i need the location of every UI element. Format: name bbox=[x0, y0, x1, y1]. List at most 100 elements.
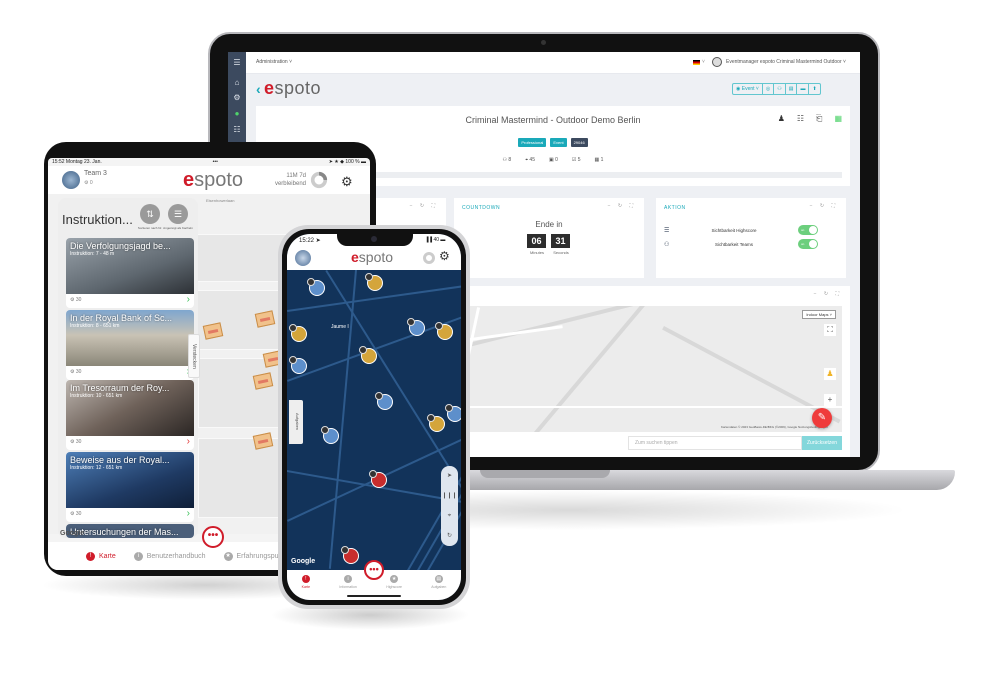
team-avatar[interactable] bbox=[62, 171, 80, 189]
map-marker-blue[interactable] bbox=[407, 318, 425, 336]
seconds-label: Seconds bbox=[553, 250, 569, 255]
tab-aufgaben[interactable]: ▤ Aufgaben bbox=[431, 575, 446, 600]
map-marker-gold[interactable] bbox=[365, 273, 383, 291]
location-icon[interactable]: ◎ bbox=[763, 84, 775, 94]
instruction-card[interactable]: Im Tresorraum der Roy... Instruktion: 10… bbox=[66, 380, 194, 450]
settings-gear-icon[interactable]: ⚙ bbox=[341, 174, 353, 190]
instruction-card[interactable]: Untersuchungen der Mas... bbox=[66, 524, 194, 538]
card-controls[interactable]: − ↻ ⛶ bbox=[410, 203, 438, 209]
chevron-right-icon[interactable]: › bbox=[187, 436, 190, 447]
list-icon[interactable]: ☷ bbox=[232, 126, 242, 134]
person-icon[interactable]: ♟ bbox=[778, 114, 785, 124]
chevron-right-icon[interactable]: › bbox=[187, 294, 190, 305]
map-marker-blue[interactable] bbox=[307, 278, 325, 296]
event-title: Criminal Mastermind - Outdoor Demo Berli… bbox=[465, 115, 641, 125]
home-icon[interactable]: ⌂ bbox=[232, 79, 242, 87]
edit-fab-button[interactable]: ✎ bbox=[812, 408, 832, 428]
map-marker-gold[interactable] bbox=[359, 346, 377, 364]
refresh-icon[interactable]: ↻ bbox=[441, 526, 458, 546]
team-name: Team 3 bbox=[84, 170, 107, 177]
tasks-panel-tab[interactable]: Aufgaben bbox=[289, 400, 303, 444]
map-marker-gold[interactable] bbox=[289, 324, 307, 342]
instruction-card[interactable]: Beweise aus der Royal... Instruktion: 12… bbox=[66, 452, 194, 522]
home-indicator bbox=[347, 595, 401, 597]
teams-icon: ⚇ bbox=[502, 157, 508, 163]
back-chevron-icon[interactable]: ‹ bbox=[256, 81, 261, 97]
qr-code-icon[interactable]: ☷ bbox=[797, 114, 804, 124]
instructions-title: Instruktion... bbox=[62, 212, 133, 227]
location-icon: ⌖ bbox=[525, 157, 529, 163]
reset-button[interactable]: Zurücksetzen bbox=[802, 436, 842, 450]
stat-value: 1 bbox=[600, 157, 604, 163]
settings-icon[interactable]: ⚙ bbox=[232, 94, 242, 102]
badge-event-id: 29046 bbox=[570, 138, 588, 147]
locate-icon[interactable]: ⌖ bbox=[441, 506, 458, 526]
map-controls: ➤ ❙❙❙ ⌖ ↻ bbox=[441, 466, 458, 546]
language-dropdown[interactable]: ˅ bbox=[702, 59, 705, 65]
instruction-card[interactable]: In der Royal Bank of Sc... Instruktion: … bbox=[66, 310, 194, 380]
map-street bbox=[329, 270, 357, 569]
map-marker-blue[interactable] bbox=[289, 356, 307, 374]
zoom-in-button[interactable]: + bbox=[824, 394, 836, 406]
more-button[interactable]: ••• bbox=[364, 560, 384, 580]
stat-teams: ⚇ 8 bbox=[503, 157, 512, 163]
place-label: Jaume I bbox=[331, 324, 349, 330]
instructions-panel: Instruktion... ⇅ Sortieren nach Nr. ☰ An… bbox=[58, 198, 198, 538]
tab-karte[interactable]: ! Karte bbox=[302, 575, 310, 600]
calendar-icon[interactable]: ▦ bbox=[834, 114, 842, 124]
more-button[interactable]: ••• bbox=[202, 526, 224, 548]
map-marker-blue[interactable] bbox=[445, 404, 461, 422]
map-marker-blue[interactable] bbox=[375, 392, 393, 410]
chat-icon[interactable]: ● bbox=[232, 110, 242, 118]
stat-tasks: ☑ 5 bbox=[572, 157, 581, 163]
chevron-right-icon[interactable]: › bbox=[187, 508, 190, 519]
menu-icon[interactable]: ☰ bbox=[232, 59, 242, 67]
hide-panel-tab[interactable]: Verstecken bbox=[188, 334, 200, 378]
map-search-input[interactable]: Zum suchen tippen bbox=[628, 436, 802, 450]
tab-karte[interactable]: ! Karte bbox=[86, 551, 116, 561]
users-icon[interactable]: ⚇ bbox=[774, 84, 786, 94]
event-dropdown-button[interactable]: ◉ Event ˅ bbox=[733, 84, 763, 94]
tab-label: Highscore bbox=[386, 585, 402, 589]
navigate-icon[interactable]: ➤ bbox=[441, 466, 458, 486]
card-controls[interactable]: − ↻ ⛶ bbox=[810, 203, 838, 209]
card-controls[interactable]: − ↻ ⛶ bbox=[814, 291, 842, 297]
badge-event: Event bbox=[550, 138, 567, 147]
points-value: 30 bbox=[75, 369, 82, 375]
laptop-camera bbox=[541, 40, 546, 45]
phone-map[interactable]: Jaume I ➤ ❙❙❙ ⌖ ↻ Google bbox=[287, 270, 461, 570]
user-avatar-icon[interactable] bbox=[712, 57, 722, 67]
top-bar: Administration ˅ ˅ Eventmanager espoto C… bbox=[246, 52, 860, 74]
teams-visibility-toggle[interactable]: on bbox=[798, 239, 818, 249]
logo-e: e bbox=[264, 78, 275, 98]
status-indicators: ▐▐ 40 ▬ bbox=[425, 237, 446, 243]
map-marker-blue[interactable] bbox=[321, 426, 339, 444]
map-marker-gold[interactable] bbox=[435, 322, 453, 340]
tasks-icon[interactable]: ▤ bbox=[786, 84, 798, 94]
user-menu[interactable]: Eventmanager espoto Criminal Mastermind … bbox=[726, 59, 846, 65]
instruction-card[interactable]: Die Verfolgungsjagd be... Instruktion: 7… bbox=[66, 238, 194, 308]
map-type-icon[interactable]: ❙❙❙ bbox=[441, 486, 458, 506]
indoor-maps-select[interactable]: Indoor Maps ˅ bbox=[802, 310, 836, 319]
logo-text: spoto bbox=[358, 249, 394, 265]
settings-gear-icon[interactable]: ⚙ bbox=[439, 249, 450, 263]
german-flag-icon[interactable] bbox=[693, 60, 700, 65]
tab-benutzerhandbuch[interactable]: i Benutzerhandbuch bbox=[133, 551, 206, 561]
trophy-icon[interactable]: ⬆ bbox=[809, 84, 819, 94]
sort-button[interactable]: ⇅ bbox=[140, 204, 160, 224]
pdf-icon[interactable]: ⎗ bbox=[816, 114, 822, 124]
fullscreen-icon[interactable]: ⛶ bbox=[824, 324, 836, 336]
highscore-visibility-toggle[interactable]: on bbox=[798, 225, 818, 235]
pegman-icon[interactable]: ♟ bbox=[824, 368, 836, 380]
map-marker-red[interactable] bbox=[341, 546, 359, 564]
instruction-subtitle: Instruktion: 10 - 651 km bbox=[70, 393, 123, 399]
view-mode-button[interactable]: ☰ bbox=[168, 204, 188, 224]
star-icon: ★ bbox=[223, 551, 233, 561]
team-avatar[interactable] bbox=[295, 250, 311, 266]
progress-ring bbox=[310, 171, 328, 189]
map-marker-gold[interactable] bbox=[427, 414, 445, 432]
map-marker-red[interactable] bbox=[369, 470, 387, 488]
list-icon[interactable]: ▬ bbox=[797, 84, 810, 94]
card-controls[interactable]: − ↻ ⛶ bbox=[608, 203, 636, 209]
administration-menu[interactable]: Administration ˅ bbox=[256, 59, 292, 65]
